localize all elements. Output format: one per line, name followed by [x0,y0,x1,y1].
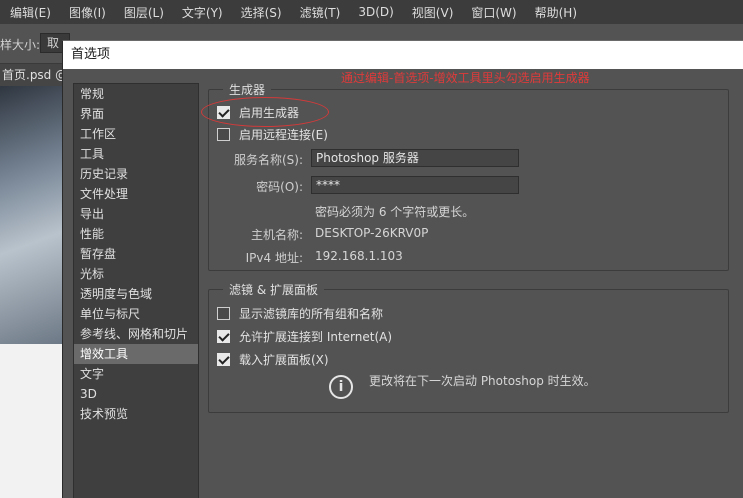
nav-item-general[interactable]: 常规 [74,84,198,104]
menu-filter[interactable]: 滤镜(T) [300,4,341,21]
generator-group-title: 生成器 [223,81,272,98]
host-name-value: DESKTOP-26KRV0P [315,226,429,240]
nav-item-guides-grid[interactable]: 参考线、网格和切片 [74,324,198,344]
nav-item-history[interactable]: 历史记录 [74,164,198,184]
restart-notice: 更改将在下一次启动 Photoshop 时生效。 [369,374,596,388]
menu-layer[interactable]: 图层(L) [124,4,164,21]
show-all-groups-checkbox[interactable] [217,307,230,320]
menu-view[interactable]: 视图(V) [412,4,454,21]
annotation-text: 通过编辑-首选项-增效工具里头勾选启用生成器 [341,71,590,85]
document-canvas [0,86,64,344]
nav-item-workspace[interactable]: 工作区 [74,124,198,144]
nav-item-tech-preview[interactable]: 技术预览 [74,404,198,424]
nav-item-tools[interactable]: 工具 [74,144,198,164]
nav-item-export[interactable]: 导出 [74,204,198,224]
menu-bar: 编辑(E) 图像(I) 图层(L) 文字(Y) 选择(S) 滤镜(T) 3D(D… [0,0,743,24]
nav-item-transparency[interactable]: 透明度与色域 [74,284,198,304]
menu-type[interactable]: 文字(Y) [182,4,223,21]
enable-remote-row[interactable]: 启用远程连接(E) [217,126,328,143]
show-all-groups-row[interactable]: 显示滤镜库的所有组和名称 [217,305,383,322]
document-canvas-lower [0,344,64,498]
load-panels-checkbox[interactable] [217,353,230,366]
sample-size-label: 样大小: [0,38,41,52]
dialog-title: 首选项 [63,41,743,69]
filters-group-title: 滤镜 & 扩展面板 [223,281,324,298]
nav-item-type[interactable]: 文字 [74,364,198,384]
nav-item-cursors[interactable]: 光标 [74,264,198,284]
nav-item-scratch-disks[interactable]: 暂存盘 [74,244,198,264]
password-hint: 密码必须为 6 个字符或更长。 [315,205,475,219]
document-tab[interactable]: 首页.psd @ [0,64,64,86]
preferences-dialog: 首选项 常规 界面 工作区 工具 历史记录 文件处理 导出 性能 暂存盘 光标 … [62,40,743,498]
host-name-label: 主机名称: [250,228,303,242]
nav-item-file-handling[interactable]: 文件处理 [74,184,198,204]
nav-item-performance[interactable]: 性能 [74,224,198,244]
ipv4-label: IPv4 地址: [245,251,303,265]
load-panels-label: 载入扩展面板(X) [239,353,329,367]
ipv4-value: 192.168.1.103 [315,249,403,263]
annotation-ellipse [201,97,329,127]
service-name-input[interactable]: Photoshop 服务器 [311,149,519,167]
menu-help[interactable]: 帮助(H) [535,4,577,21]
menu-image[interactable]: 图像(I) [69,4,106,21]
menu-window[interactable]: 窗口(W) [471,4,516,21]
enable-remote-label: 启用远程连接(E) [239,128,328,142]
nav-item-units-rulers[interactable]: 单位与标尺 [74,304,198,324]
nav-item-plugins[interactable]: 增效工具 [74,344,198,364]
info-icon: i [329,375,353,399]
show-all-groups-label: 显示滤镜库的所有组和名称 [239,307,384,321]
menu-edit[interactable]: 编辑(E) [10,4,51,21]
allow-internet-label: 允许扩展连接到 Internet(A) [239,330,393,344]
password-input[interactable]: **** [311,176,519,194]
nav-item-interface[interactable]: 界面 [74,104,198,124]
load-panels-row[interactable]: 载入扩展面板(X) [217,351,329,368]
menu-select[interactable]: 选择(S) [241,4,282,21]
allow-internet-row[interactable]: 允许扩展连接到 Internet(A) [217,328,392,345]
filters-extensions-group: 滤镜 & 扩展面板 显示滤镜库的所有组和名称 允许扩展连接到 Internet(… [208,281,729,413]
password-label: 密码(O): [256,180,303,194]
service-name-label: 服务名称(S): [233,153,303,167]
allow-internet-checkbox[interactable] [217,330,230,343]
menu-3d[interactable]: 3D(D) [358,5,393,19]
nav-item-3d[interactable]: 3D [74,384,198,404]
enable-remote-checkbox[interactable] [217,128,230,141]
preferences-nav: 常规 界面 工作区 工具 历史记录 文件处理 导出 性能 暂存盘 光标 透明度与… [73,83,199,498]
